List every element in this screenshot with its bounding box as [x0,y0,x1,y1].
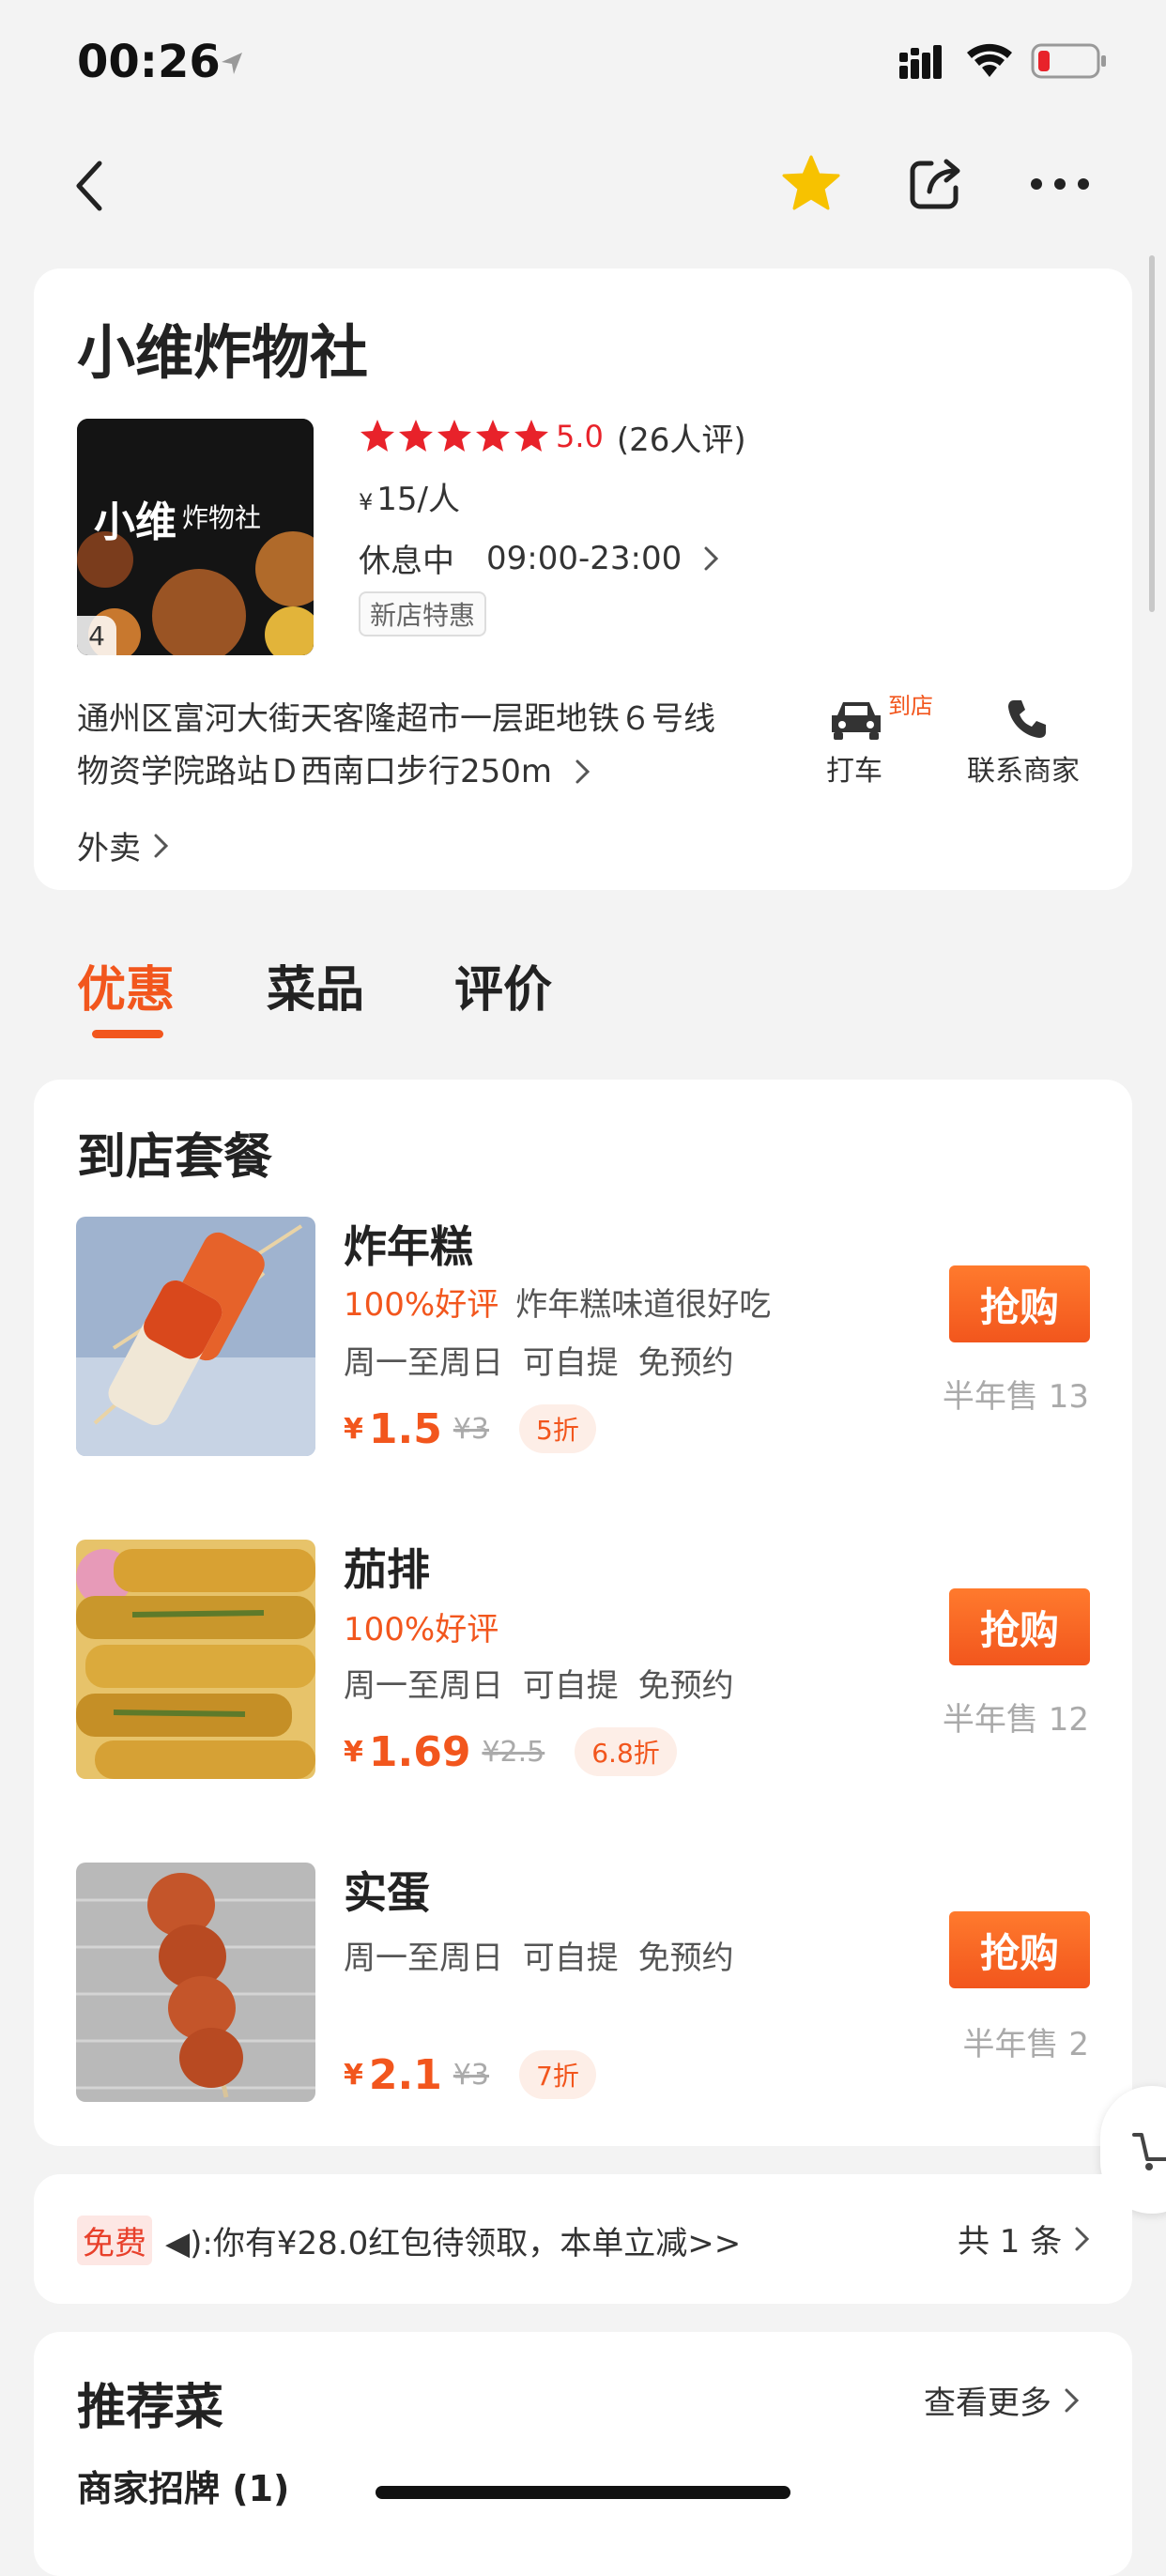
deal-review: 炸年糕味道很好吃 [515,1286,772,1324]
promo-count-link[interactable]: 共 1 条 [958,2216,1092,2262]
delivery-label: 外卖 [77,830,141,867]
chevron-right-icon [575,759,590,784]
delivery-link[interactable]: 外卖 [77,822,171,868]
photo-count: 4 [77,616,116,655]
favorite-star-icon[interactable] [781,154,841,212]
recommended-title: 推荐菜 [77,2380,224,2436]
deal-tags: 周一至周日 可自提 免预约 [344,1667,734,1705]
deal-original-price: ¥3 [453,2058,490,2092]
chevron-right-icon [154,834,169,857]
view-more-label: 查看更多 [924,2384,1051,2422]
tab-reviews[interactable]: 评价 [454,950,552,1020]
deal-price: 2.1 [368,2050,442,2099]
chevron-right-icon [1075,2227,1090,2250]
shop-photo[interactable]: 小维 炸物社 4 [77,419,314,655]
tab-dishes[interactable]: 菜品 [267,950,364,1020]
rating-score: 5.0 [556,419,604,454]
deal-tags: 周一至周日 可自提 免预约 [344,1344,734,1382]
phone-icon [1008,700,1046,738]
deal-image-fried-ricecake[interactable] [76,1217,315,1456]
deal-name: 实蛋 [344,1867,430,1918]
deal-price-row: ¥ 2.1 ¥3 7折 [344,2050,596,2099]
cart-icon [1132,2133,1166,2170]
taxi-badge: 到店 [888,693,933,719]
price-per-person: 15/人 [376,481,460,518]
new-store-tag: 新店特惠 [359,591,487,636]
scrollbar[interactable] [1149,255,1155,612]
status-time: 00:26 [77,36,221,88]
shop-address[interactable]: 通州区富河大街天客隆超市一层距地铁６号线 物资学院路站Ｄ西南口步行250m [77,693,809,798]
price-symbol: ¥ [359,489,374,515]
car-icon [832,702,881,740]
back-chevron-left-icon[interactable] [71,158,109,214]
deal-original-price: ¥2.5 [482,1735,545,1769]
buy-button[interactable]: 抢购 [949,1265,1090,1342]
share-icon[interactable] [907,156,963,212]
taxi-label: 打车 [826,755,882,788]
deal-price-row: ¥ 1.69 ¥2.5 6.8折 [344,1727,677,1776]
rating-count[interactable]: (26人评) [617,414,746,460]
buy-button[interactable]: 抢购 [949,1911,1090,1988]
buy-button[interactable]: 抢购 [949,1588,1090,1665]
view-more-link[interactable]: 查看更多 [924,2377,1082,2423]
deal-image-egg-skewer[interactable] [76,1863,315,2102]
price-symbol: ¥ [344,1412,363,1446]
address-line-1: 通州区富河大街天客隆超市一层距地铁６号线 [77,700,715,738]
svg-text:炸物社: 炸物社 [182,502,261,533]
cellular-signal-icon [899,45,942,79]
deal-discount-badge: 7折 [519,2050,596,2099]
hours-row[interactable]: 休息中 09:00-23:00 [359,535,721,581]
promo-text: ◀):你有¥28.0红包待领取，本单立减>> [165,2225,742,2262]
shop-status: 休息中 [359,543,454,580]
price-symbol: ¥ [344,2058,363,2092]
address-line-2: 物资学院路站Ｄ西南口步行250m [77,753,553,790]
deal-name: 炸年糕 [344,1221,473,1272]
chevron-right-icon [704,546,719,570]
more-icon[interactable] [1029,176,1091,192]
deal-name: 茄排 [344,1544,430,1595]
battery-icon [1031,43,1106,79]
contact-merchant-button[interactable]: 联系商家 [967,687,1112,790]
location-arrow-icon [222,53,242,74]
deal-price-row: ¥ 1.5 ¥3 5折 [344,1404,596,1453]
deal-price: 1.69 [368,1727,471,1776]
deal-sold-count: 半年售 13 [942,1378,1089,1416]
contact-label: 联系商家 [967,755,1080,788]
chevron-right-icon [1065,2388,1080,2412]
deal-discount-badge: 5折 [519,1404,596,1453]
wifi-icon [967,43,1012,77]
promo-count: 共 1 条 [958,2223,1063,2261]
active-tab-indicator [92,1030,163,1038]
deal-discount-badge: 6.8折 [575,1727,677,1776]
signature-dishes-subtitle[interactable]: 商家招牌 (1) [77,2460,289,2511]
deal-rating-row: 100%好评 炸年糕味道很好吃 [344,1279,771,1325]
deal-image-eggplant[interactable] [76,1540,315,1779]
deal-photo-eggplant [76,1540,315,1779]
deal-sold-count: 半年售 12 [942,1701,1089,1739]
free-tag: 免费 [77,2216,152,2265]
promo-row: 免费 ◀):你有¥28.0红包待领取，本单立减>> [77,2216,741,2265]
deal-tags: 周一至周日 可自提 免预约 [344,1940,734,1977]
taxi-button[interactable]: 到店 打车 [817,687,948,790]
price-symbol: ¥ [344,1735,363,1769]
deal-good-rate: 100%好评 [344,1611,499,1648]
deal-original-price: ¥3 [453,1412,490,1446]
deal-photo-egg-skewer [76,1863,315,2102]
rating-row: 5.0 (26人评) [359,414,746,460]
deals-section-title: 到店套餐 [77,1129,273,1186]
deal-photo-fried-ricecake [76,1217,315,1456]
price-per-person-row: ¥ 15/人 [359,473,460,519]
shop-name: 小维炸物社 [77,318,369,387]
home-indicator[interactable] [376,2486,790,2499]
rating-stars-icon [361,420,548,452]
svg-text:小维: 小维 [94,498,176,546]
deal-price: 1.5 [368,1404,442,1453]
deal-good-rate: 100%好评 [344,1286,499,1324]
shop-hours: 09:00-23:00 [486,539,683,577]
deal-sold-count: 半年售 2 [962,2026,1089,2063]
tab-offers[interactable]: 优惠 [77,950,175,1020]
